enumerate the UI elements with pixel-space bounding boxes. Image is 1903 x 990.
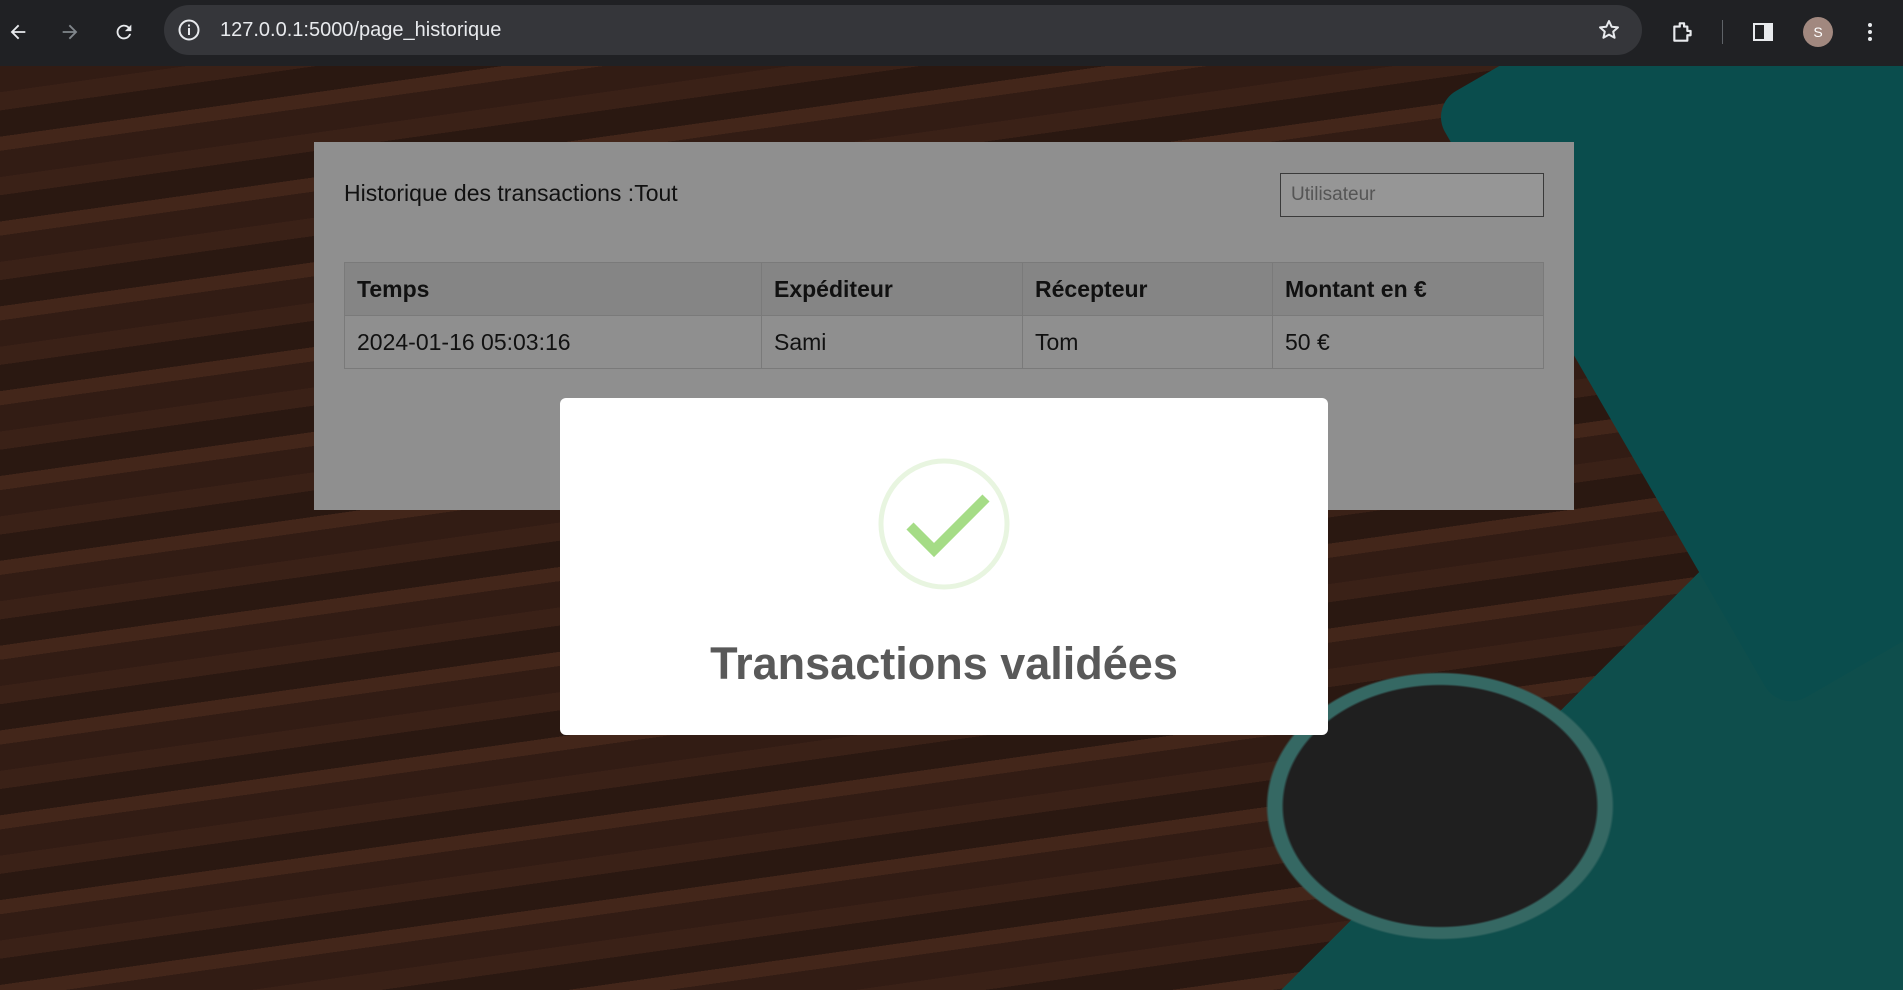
cell-time: 2024-01-16 05:03:16 (344, 315, 762, 369)
page-viewport: Historique des transactions :Tout Temps … (0, 66, 1903, 990)
bookmark-star-icon[interactable] (1596, 17, 1622, 43)
site-info-icon[interactable] (176, 17, 202, 43)
address-bar[interactable]: 127.0.0.1:5000/page_historique (164, 5, 1642, 55)
column-header-sender: Expéditeur (761, 262, 1023, 316)
back-button[interactable] (0, 14, 36, 50)
side-panel-icon[interactable] (1745, 14, 1781, 50)
cell-amount: 50 € (1272, 315, 1544, 369)
table-row: 2024-01-16 05:03:16 Sami Tom 50 € (344, 315, 1544, 369)
column-header-receiver: Récepteur (1022, 262, 1273, 316)
menu-kebab-icon[interactable] (1852, 14, 1888, 50)
page-title: Historique des transactions :Tout (344, 180, 678, 206)
reload-icon (116, 24, 132, 40)
user-filter-input[interactable] (1280, 173, 1544, 217)
cell-sender: Sami (761, 315, 1023, 369)
table-header-row: Temps Expéditeur Récepteur Montant en € (344, 262, 1544, 316)
modal-title: Transactions validées (710, 638, 1178, 689)
column-header-time: Temps (344, 262, 762, 316)
url-text: 127.0.0.1:5000/page_historique (220, 19, 502, 41)
forward-button[interactable] (52, 14, 88, 50)
arrow-right-icon (62, 24, 78, 40)
profile-avatar[interactable]: S (1803, 17, 1833, 47)
transactions-table: Temps Expéditeur Récepteur Montant en € … (344, 262, 1544, 369)
success-modal: Transactions validées (560, 398, 1328, 735)
reload-button[interactable] (106, 14, 142, 50)
cell-receiver: Tom (1022, 315, 1273, 369)
toolbar-divider (1722, 20, 1723, 44)
success-check-icon (878, 458, 1010, 590)
browser-toolbar: 127.0.0.1:5000/page_historique S (0, 0, 1903, 66)
arrow-left-icon (10, 24, 26, 40)
column-header-amount: Montant en € (1272, 262, 1544, 316)
extensions-icon[interactable] (1665, 14, 1701, 50)
